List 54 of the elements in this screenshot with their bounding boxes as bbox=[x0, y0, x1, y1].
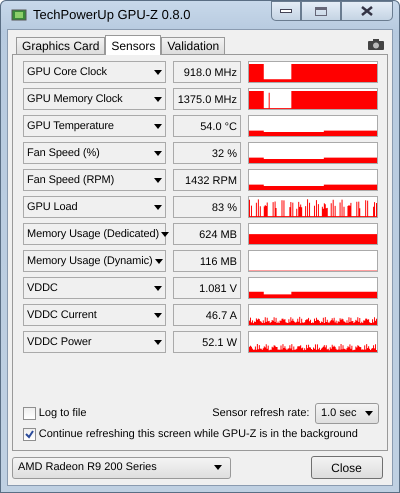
caret-icon bbox=[154, 286, 162, 290]
sensor-value: 46.7 A bbox=[173, 304, 241, 326]
close-button[interactable]: Close bbox=[310, 456, 382, 479]
sensor-select[interactable]: Fan Speed (%) bbox=[23, 142, 166, 164]
caret-icon bbox=[154, 312, 162, 318]
caret-icon bbox=[154, 178, 162, 182]
close-window-button[interactable] bbox=[341, 1, 393, 21]
sensor-value: 116 MB bbox=[173, 250, 241, 272]
tab[interactable]: Validation bbox=[161, 37, 226, 54]
sensor-value: 52.1 W bbox=[173, 331, 241, 353]
sensor-value: 918.0 MHz bbox=[173, 61, 241, 83]
sensor-value: 32 % bbox=[173, 142, 241, 164]
sensor-value: 1432 RPM bbox=[173, 169, 241, 191]
sensor-select[interactable]: VDDC Current bbox=[23, 304, 166, 326]
caret-icon bbox=[154, 70, 162, 74]
gpu-select[interactable]: AMD Radeon R9 200 Series bbox=[12, 456, 231, 478]
sensor-value: 624 MB bbox=[173, 223, 241, 245]
maximize-button[interactable] bbox=[301, 1, 341, 21]
sensor-value: 1.081 V bbox=[173, 277, 241, 299]
sensor-select[interactable]: GPU Core Clock bbox=[23, 61, 166, 83]
caret-icon bbox=[365, 410, 373, 416]
caret-icon bbox=[154, 96, 162, 102]
checkbox-label: Continue refreshing this screen while GPU-Z is in the background bbox=[38, 427, 358, 442]
caret-icon bbox=[214, 465, 222, 470]
sensor-select[interactable]: Memory Usage (Dedicated) bbox=[23, 223, 166, 245]
sensor-select[interactable]: GPU Temperature bbox=[23, 115, 166, 137]
sensor-select[interactable]: GPU Memory Clock bbox=[23, 88, 166, 110]
maximize-icon bbox=[315, 6, 327, 16]
caret-icon bbox=[154, 340, 162, 344]
window-title: TechPowerUp GPU-Z 0.8.0 bbox=[33, 6, 191, 24]
caret-icon bbox=[154, 258, 163, 264]
close-icon bbox=[361, 6, 373, 16]
checkbox[interactable] bbox=[23, 428, 36, 441]
app-icon bbox=[11, 8, 27, 22]
caret-icon bbox=[154, 204, 162, 210]
minimize-icon bbox=[280, 9, 292, 13]
minimize-button[interactable] bbox=[271, 1, 301, 21]
caret-icon bbox=[154, 124, 162, 128]
sensor-select[interactable]: VDDC Power bbox=[23, 331, 166, 353]
refresh-rate-select[interactable]: 1.0 sec bbox=[315, 402, 379, 424]
sensor-select[interactable]: Fan Speed (RPM) bbox=[23, 169, 166, 191]
checkbox[interactable] bbox=[23, 406, 36, 420]
sensor-value: 54.0 °C bbox=[173, 115, 241, 137]
sensor-select[interactable]: Memory Usage (Dynamic) bbox=[23, 250, 166, 272]
sensor-select[interactable]: VDDC bbox=[23, 277, 166, 299]
tab[interactable]: Graphics Card bbox=[16, 37, 106, 54]
tab[interactable]: Sensors bbox=[105, 35, 162, 55]
checkbox-label: Log to file bbox=[38, 406, 86, 421]
sensor-value: 83 % bbox=[173, 196, 241, 218]
sensor-select[interactable]: GPU Load bbox=[23, 196, 166, 218]
sensor-value: 1375.0 MHz bbox=[173, 88, 241, 110]
camera-icon[interactable] bbox=[368, 39, 384, 50]
caret-icon bbox=[154, 150, 162, 156]
refresh-rate-label: Sensor refresh rate: bbox=[212, 406, 310, 421]
